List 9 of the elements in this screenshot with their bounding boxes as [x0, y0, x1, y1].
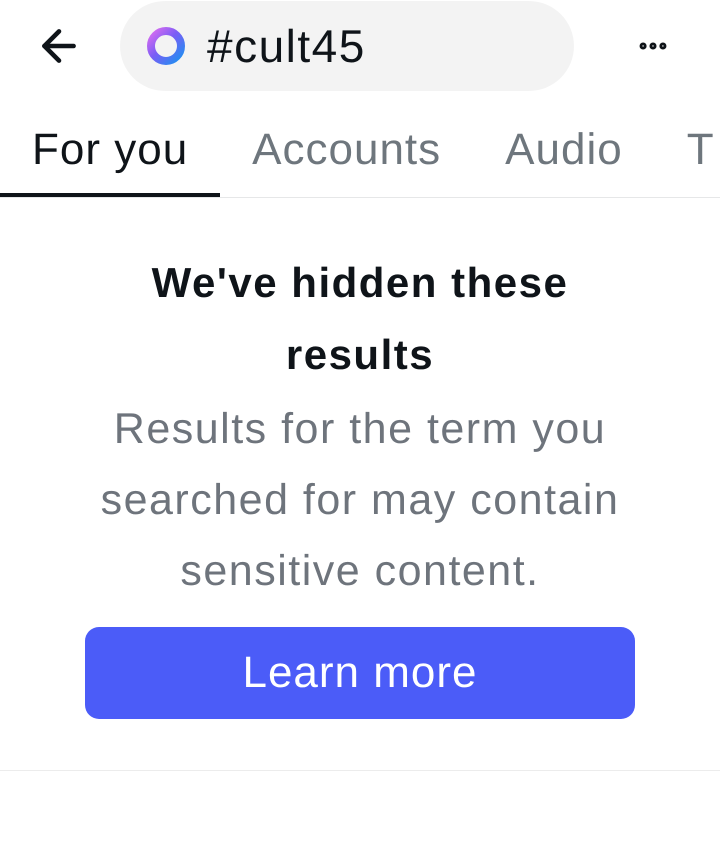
learn-more-button[interactable]: Learn more — [85, 627, 635, 719]
tab[interactable]: T — [654, 92, 720, 197]
notice-message: Results for the term you searched for may contain sensitive content. — [100, 404, 620, 597]
tab[interactable]: For you — [0, 92, 220, 197]
search-field[interactable]: #cult45 — [120, 1, 574, 91]
tab[interactable]: Audio — [473, 92, 655, 197]
tab[interactable]: Accounts — [220, 92, 474, 197]
ring-icon — [147, 27, 185, 65]
notice-title: We've hidden these results — [150, 258, 570, 380]
